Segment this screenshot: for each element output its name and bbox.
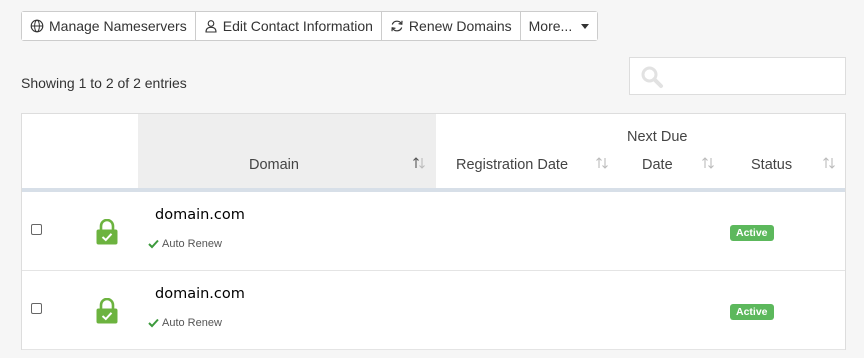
registration-date-column-header[interactable]: Registration Date xyxy=(436,114,616,188)
table-header: Domain Registration Date Next Due Date S… xyxy=(22,114,845,188)
status-badge: Active xyxy=(730,304,774,320)
domain-column-header[interactable]: Domain xyxy=(138,114,436,188)
manage-nameservers-label: Manage Nameservers xyxy=(49,18,187,34)
sort-icon xyxy=(413,157,425,169)
domain-name[interactable]: domain.com xyxy=(155,207,245,223)
row-checkbox[interactable] xyxy=(31,303,42,314)
domains-table: Domain Registration Date Next Due Date S… xyxy=(21,113,846,350)
check-icon xyxy=(148,239,159,249)
sort-icon xyxy=(596,157,608,169)
auto-renew-label: Auto Renew xyxy=(162,317,222,329)
status-badge: Active xyxy=(730,225,774,241)
row-checkbox[interactable] xyxy=(31,224,42,235)
domain-name[interactable]: domain.com xyxy=(155,286,245,302)
refresh-icon xyxy=(391,20,403,32)
edit-contact-button[interactable]: Edit Contact Information xyxy=(195,12,382,40)
status-header-label: Status xyxy=(751,157,793,173)
more-label: More... xyxy=(528,18,573,34)
edit-contact-label: Edit Contact Information xyxy=(222,18,373,34)
auto-renew-indicator: Auto Renew xyxy=(148,317,222,329)
renew-domains-label: Renew Domains xyxy=(408,18,512,34)
auto-renew-indicator: Auto Renew xyxy=(148,238,222,250)
sort-icon xyxy=(823,157,835,169)
next-due-date-column-header[interactable]: Next Due Date xyxy=(616,114,722,188)
more-dropdown-button[interactable]: More... xyxy=(520,12,598,40)
next-due-header-label-line2: Date xyxy=(642,157,673,173)
ssl-lock-icon xyxy=(96,298,118,324)
status-column-header[interactable]: Status xyxy=(722,114,845,188)
table-row[interactable]: domain.com Auto Renew Active xyxy=(22,192,845,271)
ssl-lock-icon xyxy=(96,219,118,245)
caret-down-icon xyxy=(581,23,590,29)
search-icon xyxy=(641,66,663,88)
sort-icon xyxy=(702,157,714,169)
renew-domains-button[interactable]: Renew Domains xyxy=(381,12,521,40)
check-icon xyxy=(148,318,159,328)
globe-icon xyxy=(30,19,44,33)
search-input[interactable] xyxy=(629,57,846,95)
table-row[interactable]: domain.com Auto Renew Active xyxy=(22,271,845,350)
next-due-header-label-line1: Next Due xyxy=(627,129,688,145)
user-icon xyxy=(205,20,217,33)
select-column-header xyxy=(22,114,138,188)
bulk-actions-toolbar: Manage Nameservers Edit Contact Informat… xyxy=(21,11,599,41)
entries-info: Showing 1 to 2 of 2 entries xyxy=(21,75,187,91)
manage-nameservers-button[interactable]: Manage Nameservers xyxy=(22,12,196,40)
domain-header-label: Domain xyxy=(249,157,299,173)
auto-renew-label: Auto Renew xyxy=(162,238,222,250)
registration-date-header-label: Registration Date xyxy=(456,157,569,173)
